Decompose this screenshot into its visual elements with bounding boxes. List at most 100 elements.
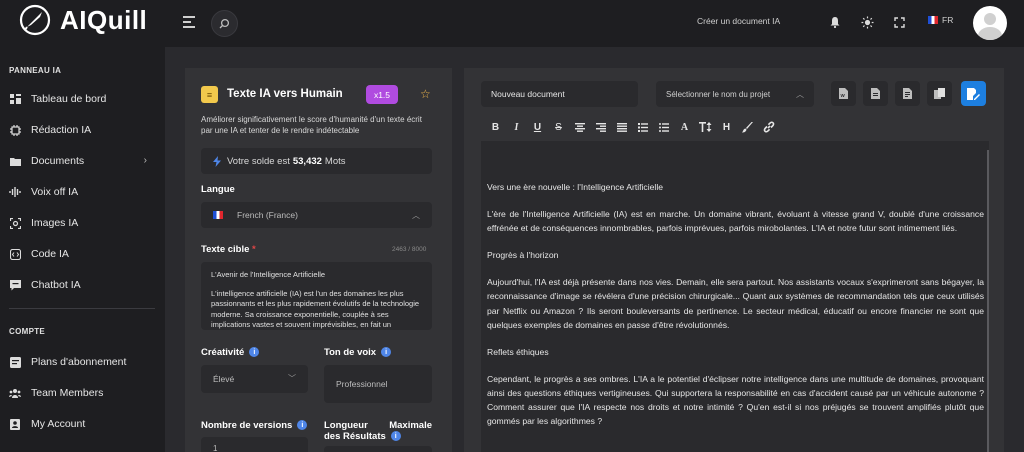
creativity-select[interactable]: Élevé ﹀ [201, 365, 308, 393]
export-text-button[interactable] [895, 81, 920, 106]
sidebar-item-code[interactable]: Code IA [9, 245, 157, 263]
balance-suffix: Mots [324, 155, 346, 167]
top-bar: AIQuill Créer un document IA FR [0, 0, 1024, 47]
creativity-value: Élevé [213, 374, 235, 384]
sidebar-item-label: Tableau de bord [31, 93, 107, 105]
sidebar-item-ai-writing[interactable]: Rédaction IA [9, 121, 157, 139]
editor-heading: Progrès à l'horizon [487, 250, 559, 261]
menu-toggle-icon[interactable] [183, 16, 195, 28]
sidebar-item-team-members[interactable]: Team Members [9, 384, 157, 402]
france-flag-icon [928, 16, 938, 24]
tool-description: Améliorer significativement le score d'h… [201, 115, 422, 135]
sidebar: PANNEAU IA Tableau de bord Rédaction IA … [0, 47, 165, 452]
editor-paragraph: L'ère de l'Intelligence Artificielle (IA… [487, 209, 984, 234]
chat-icon [9, 279, 21, 291]
export-pdf-button[interactable] [863, 81, 888, 106]
sidebar-item-label: Code IA [31, 248, 69, 260]
edit-document-icon [967, 87, 980, 100]
avatar[interactable] [973, 6, 1007, 40]
sidebar-item-plans[interactable]: Plans d'abonnement [9, 353, 157, 371]
theme-sun-icon[interactable] [859, 14, 875, 30]
highlight-brush-icon[interactable] [737, 118, 758, 136]
language-code: FR [942, 15, 954, 25]
sidebar-item-label: Documents [31, 155, 85, 167]
language-value: French (France) [237, 210, 298, 220]
versions-label: Nombre de versions i [201, 420, 308, 431]
target-text-area[interactable]: L'Avenir de l'Intelligence Artificielle … [201, 262, 432, 330]
search-button[interactable] [211, 10, 238, 37]
versions-value: 1 [213, 444, 218, 452]
folder-icon [9, 155, 21, 167]
chevron-down-icon: ﹀ [288, 374, 296, 383]
bell-icon[interactable] [827, 14, 843, 30]
max-length-select[interactable] [324, 446, 432, 452]
underline-button[interactable]: U [527, 118, 548, 136]
text-color-button[interactable]: A [674, 118, 695, 136]
save-button[interactable] [961, 81, 986, 106]
document-editor[interactable]: Vers une ère nouvelle : l'Intelligence A… [481, 141, 989, 452]
italic-button[interactable]: I [506, 118, 527, 136]
sidebar-item-documents[interactable]: Documents › [9, 152, 157, 170]
strikethrough-button[interactable]: S [548, 118, 569, 136]
heading-button[interactable]: H [716, 118, 737, 136]
brand-name: AIQuill [60, 4, 148, 35]
lightning-icon [213, 155, 221, 167]
file-word-icon: W [839, 88, 848, 99]
sidebar-item-my-account[interactable]: My Account [9, 415, 157, 433]
export-word-button[interactable]: W [831, 81, 856, 106]
quill-logo-icon [19, 4, 51, 36]
chevron-up-icon: ︿ [412, 211, 420, 220]
link-icon[interactable] [758, 118, 779, 136]
sidebar-item-voice-over[interactable]: Voix off IA [9, 183, 157, 201]
language-select[interactable]: French (France) ︿ [201, 202, 432, 228]
character-counter: 2463 / 8000 [392, 246, 427, 253]
target-text-paragraph: L'intelligence artificielle (IA) est l'u… [211, 288, 420, 330]
numbered-list-icon[interactable] [632, 118, 653, 136]
waveform-icon [9, 186, 21, 198]
sidebar-item-label: My Account [31, 418, 86, 430]
editor-scrollbar[interactable] [987, 150, 989, 452]
align-center-icon[interactable] [569, 118, 590, 136]
copy-button[interactable] [927, 81, 952, 106]
tone-label: Ton de voix i [324, 347, 392, 358]
balance-value: 53,432 [292, 155, 322, 167]
document-name-input[interactable]: Nouveau document [481, 81, 638, 107]
sidebar-item-label: Chatbot IA [31, 279, 81, 291]
sidebar-divider [9, 308, 155, 309]
info-icon[interactable]: i [381, 347, 392, 358]
language-selector[interactable]: FR [928, 15, 953, 25]
team-icon [9, 387, 21, 399]
create-document-link[interactable]: Créer un document IA [697, 16, 780, 26]
tone-select[interactable]: Professionnel [324, 365, 432, 403]
plans-icon [9, 356, 21, 368]
sidebar-item-chatbot[interactable]: Chatbot IA [9, 276, 157, 294]
required-mark: * [252, 244, 256, 255]
sidebar-item-label: Plans d'abonnement [31, 356, 127, 368]
info-icon[interactable]: i [297, 420, 308, 431]
account-icon [9, 418, 21, 430]
balance-box: Votre solde est 53,432 Mots [201, 148, 432, 174]
sidebar-item-images[interactable]: Images IA [9, 214, 157, 232]
align-right-icon[interactable] [590, 118, 611, 136]
align-justify-icon[interactable] [611, 118, 632, 136]
bold-button[interactable]: B [485, 118, 506, 136]
editor-paragraph: Aujourd'hui, l'IA est déjà présente dans… [487, 277, 984, 330]
fullscreen-icon[interactable] [891, 14, 907, 30]
sidebar-item-label: Team Members [31, 387, 104, 399]
bullet-list-icon[interactable] [653, 118, 674, 136]
project-placeholder: Sélectionner le nom du projet [666, 89, 771, 99]
versions-select[interactable]: 1 [201, 437, 308, 452]
france-flag-icon [213, 211, 223, 219]
tone-value: Professionnel [336, 379, 388, 389]
info-icon[interactable]: i [249, 347, 260, 358]
brand-logo[interactable]: AIQuill [18, 3, 147, 37]
text-size-icon[interactable] [695, 118, 716, 136]
search-icon [219, 18, 230, 29]
editor-toolbar: B I U S A H [481, 113, 989, 141]
favorite-star-icon[interactable]: ☆ [420, 87, 431, 101]
max-length-label: Longueur Maximale des Résultats i [324, 420, 432, 442]
project-select[interactable]: Sélectionner le nom du projet ︿ [656, 81, 814, 107]
info-icon[interactable]: i [390, 431, 401, 442]
sidebar-item-dashboard[interactable]: Tableau de bord [9, 90, 157, 108]
code-icon [9, 248, 21, 260]
